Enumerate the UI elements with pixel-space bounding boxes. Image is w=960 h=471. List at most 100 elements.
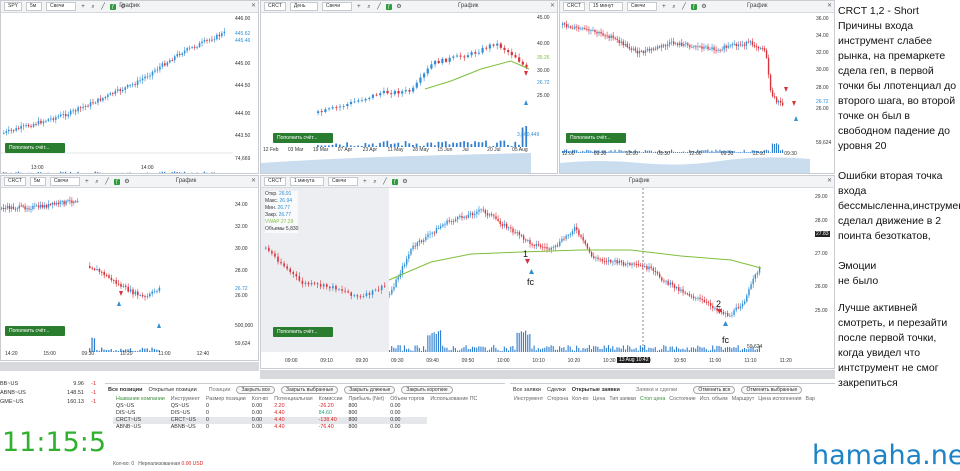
- plot-area[interactable]: 1 fc 2 fc: [261, 188, 835, 369]
- tab-open-positions[interactable]: Открытые позиции: [149, 387, 197, 393]
- settings-icon[interactable]: ⚙: [124, 179, 130, 185]
- close-all-button[interactable]: Закрыть все: [236, 386, 275, 394]
- timeframe-select[interactable]: 15 минут: [589, 2, 623, 11]
- zoom-icon[interactable]: ⌕: [90, 4, 96, 10]
- tab-trades[interactable]: Сделки: [547, 387, 566, 393]
- list-item[interactable]: ABNB~US148.51-1: [0, 389, 100, 398]
- cancel-all-button[interactable]: Отменить все: [693, 386, 735, 394]
- column-header[interactable]: Кол-во: [570, 396, 590, 403]
- crosshair-icon[interactable]: +: [356, 4, 362, 10]
- chart-pane-spy[interactable]: SPY 5м Свечи + ⌕ ╱ ƒ ⚙ График ✕ 446.00 4…: [0, 0, 259, 174]
- tab-all-orders[interactable]: Все заявки: [513, 387, 541, 393]
- volume-bar: [546, 346, 547, 352]
- symbol-select[interactable]: CRCT: [563, 2, 585, 11]
- crosshair-icon[interactable]: +: [661, 4, 667, 10]
- close-icon[interactable]: ✕: [251, 177, 256, 184]
- timeframe-select[interactable]: 1 минута: [290, 177, 324, 186]
- symbol-select[interactable]: CRCT: [264, 177, 286, 186]
- crosshair-icon[interactable]: +: [362, 179, 368, 185]
- chart-type-select[interactable]: Свечи: [322, 2, 352, 11]
- chart-type-select[interactable]: Свечи: [46, 2, 76, 11]
- list-item[interactable]: BB~US9.96-1: [0, 380, 100, 389]
- chart-pane-crct-15m[interactable]: CRCT 15 минут Свечи + ⌕ ╱ ƒ ⚙ График ✕ 3…: [559, 0, 835, 174]
- indicator-icon[interactable]: ƒ: [386, 4, 392, 10]
- volume-bar: [58, 173, 59, 174]
- column-header[interactable]: Состояние: [667, 396, 697, 403]
- line-tool-icon[interactable]: ╱: [100, 4, 106, 10]
- column-header[interactable]: Размер позиции: [203, 396, 249, 403]
- close-icon[interactable]: ✕: [251, 2, 256, 9]
- overview-scrollbar[interactable]: [260, 370, 835, 379]
- column-header[interactable]: Маршрут: [730, 396, 757, 403]
- tab-open-orders[interactable]: Открытые заявки: [572, 387, 620, 393]
- column-header[interactable]: Потенциальная: [271, 396, 315, 403]
- deposit-button[interactable]: Пополнить счёт...: [5, 326, 65, 336]
- settings-icon[interactable]: ⚙: [701, 4, 707, 10]
- column-header[interactable]: Комиссии: [316, 396, 346, 403]
- indicator-icon[interactable]: ƒ: [110, 4, 116, 10]
- crosshair-icon[interactable]: +: [84, 179, 90, 185]
- zoom-icon[interactable]: ⌕: [671, 4, 677, 10]
- zoom-icon[interactable]: ⌕: [372, 179, 378, 185]
- symbol-select[interactable]: CRCT: [264, 2, 286, 11]
- plot-area[interactable]: [560, 13, 835, 174]
- close-icon[interactable]: ✕: [550, 2, 555, 9]
- column-header[interactable]: Инструмент: [512, 396, 545, 403]
- column-header[interactable]: Цена: [591, 396, 608, 403]
- symbol-select[interactable]: SPY: [4, 2, 22, 11]
- candle: [96, 269, 98, 270]
- close-icon[interactable]: ✕: [827, 177, 832, 184]
- deposit-button[interactable]: Пополнить счёт...: [273, 327, 333, 337]
- table-cell: 800: [346, 424, 388, 431]
- timeframe-select[interactable]: День: [290, 2, 318, 11]
- chart-pane-crct-1m[interactable]: CRCT 1 минута Свечи + ⌕ ╱ ƒ ⚙ График ✕ 1…: [260, 175, 835, 369]
- indicator-icon[interactable]: ƒ: [691, 4, 697, 10]
- chart-type-select[interactable]: Свечи: [50, 177, 80, 186]
- close-long-button[interactable]: Закрыть длинные: [344, 386, 395, 394]
- chart-type-select[interactable]: Свечи: [328, 177, 358, 186]
- column-header[interactable]: Тип заявки: [607, 396, 638, 403]
- zoom-icon[interactable]: ⌕: [94, 179, 100, 185]
- column-header[interactable]: Кол-во: [249, 396, 271, 403]
- column-header[interactable]: Прибыль (Net): [346, 396, 388, 403]
- overview-scrollbar[interactable]: [0, 362, 259, 371]
- deposit-button[interactable]: Пополнить счёт...: [566, 133, 626, 143]
- line-tool-icon[interactable]: ╱: [681, 4, 687, 10]
- line-tool-icon[interactable]: ╱: [376, 4, 382, 10]
- line-tool-icon[interactable]: ╱: [104, 179, 110, 185]
- indicator-icon[interactable]: ƒ: [114, 179, 120, 185]
- column-header[interactable]: Сторона: [545, 396, 570, 403]
- column-header[interactable]: Цена исполнения: [756, 396, 803, 403]
- line-tool-icon[interactable]: ╱: [382, 179, 388, 185]
- table-row[interactable]: CRCT~USCRCT~US00.004.40-138.408000.00: [113, 417, 480, 424]
- timeframe-select[interactable]: 5м: [30, 177, 46, 186]
- column-header[interactable]: Объем торгов: [387, 396, 427, 403]
- table-row[interactable]: QS~USQS~US00.002.20-26.208000.00: [113, 403, 480, 410]
- column-header[interactable]: Стоп цена: [638, 396, 667, 403]
- list-item[interactable]: GME~US160.13-1: [0, 398, 100, 407]
- symbol-select[interactable]: CRCT: [4, 177, 26, 186]
- column-header[interactable]: Исп. объем: [698, 396, 730, 403]
- crosshair-icon[interactable]: +: [80, 4, 86, 10]
- close-selected-button[interactable]: Закрыть выбранные: [281, 386, 338, 394]
- cancel-selected-button[interactable]: Отменить выбранные: [741, 386, 802, 394]
- timeframe-select[interactable]: 5м: [26, 2, 42, 11]
- column-header[interactable]: Название компании: [113, 396, 168, 403]
- chart-pane-crct-day[interactable]: CRCT День Свечи + ⌕ ╱ ƒ ⚙ График ✕ 45.00…: [260, 0, 558, 174]
- deposit-button[interactable]: Пополнить счёт...: [5, 143, 65, 153]
- chart-pane-crct-5m[interactable]: CRCT 5м Свечи + ⌕ ╱ ƒ ⚙ График ✕ 34.00 3…: [0, 175, 259, 361]
- column-header[interactable]: Вар: [804, 396, 817, 403]
- settings-icon[interactable]: ⚙: [402, 179, 408, 185]
- tab-all-positions[interactable]: Все позиции: [108, 387, 143, 393]
- settings-icon[interactable]: ⚙: [396, 4, 402, 10]
- table-row[interactable]: DIS~USDIS~US00.004.4084.608000.00: [113, 410, 480, 417]
- deposit-button[interactable]: Пополнить счёт...: [273, 133, 333, 143]
- close-icon[interactable]: ✕: [827, 2, 832, 9]
- chart-type-select[interactable]: Свечи: [627, 2, 657, 11]
- table-row[interactable]: ABNB~USABNB~US00.004.40-76.408000.00: [113, 424, 480, 431]
- indicator-icon[interactable]: ƒ: [392, 179, 398, 185]
- column-header[interactable]: Инструмент: [168, 396, 203, 403]
- column-header[interactable]: Использование ПС: [427, 396, 480, 403]
- close-short-button[interactable]: Закрыть короткие: [401, 386, 452, 394]
- zoom-icon[interactable]: ⌕: [366, 4, 372, 10]
